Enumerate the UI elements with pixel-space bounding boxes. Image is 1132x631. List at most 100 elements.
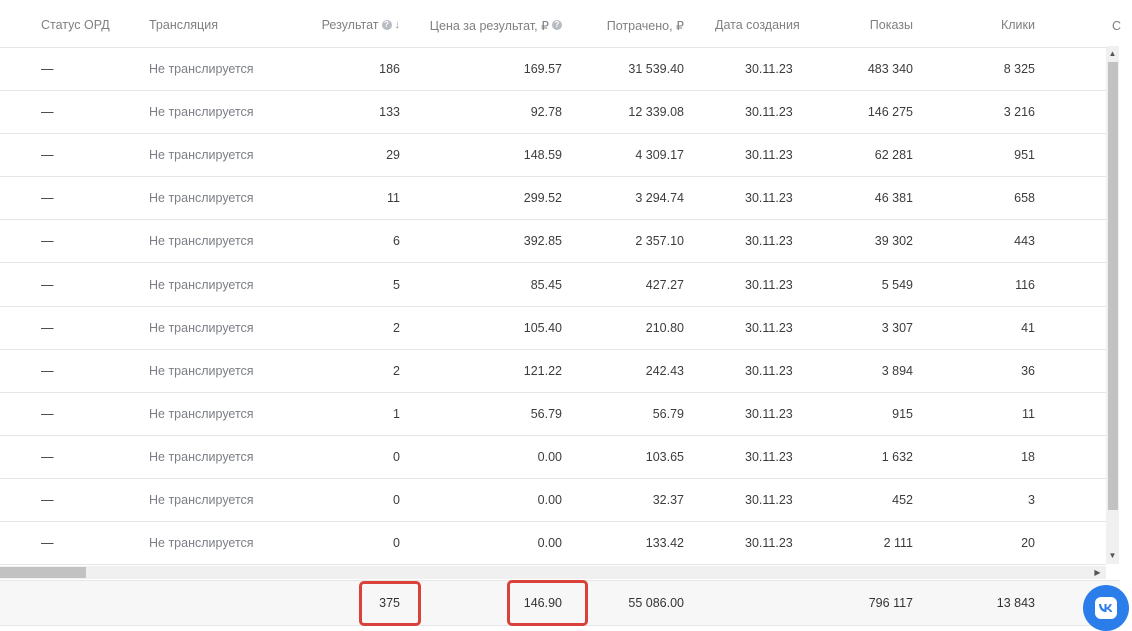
clicks-cell: 11 [1022, 406, 1035, 421]
column-header-spent[interactable]: Потрачено, ₽ [580, 3, 684, 47]
table-row[interactable]: — Не транслируется 0 0.00 32.37 30.11.23… [0, 479, 1106, 522]
created-date-cell: 30.11.23 [745, 234, 793, 249]
price-per-result-cell: 105.40 [523, 320, 562, 335]
column-header-label: Цена за результат, ₽ [429, 18, 549, 33]
clicks-cell: 116 [1015, 277, 1035, 292]
broadcast-status-cell: Не транслируется [149, 191, 254, 206]
spent-cell: 12 339.08 [628, 105, 684, 120]
broadcast-status-cell: Не транслируется [149, 62, 254, 76]
broadcast-status-cell: Не транслируется [149, 493, 254, 507]
column-header-impressions[interactable]: Показы [820, 3, 913, 47]
vk-logo-icon [1095, 597, 1117, 619]
broadcast-status-cell: Не транслируется [149, 536, 254, 551]
table-row[interactable]: — Не транслируется 2 105.40 210.80 30.11… [0, 307, 1106, 350]
result-cell: 0 [393, 536, 400, 551]
sort-desc-icon[interactable]: ↓ [395, 19, 401, 31]
total-clicks: 13 843 [996, 596, 1035, 610]
column-header-partial[interactable]: С [1112, 3, 1121, 48]
column-header-label: Потрачено, ₽ [606, 18, 684, 33]
table-row[interactable]: — Не транслируется 186 169.57 31 539.40 … [0, 48, 1106, 91]
scroll-down-arrow-icon[interactable]: ▼ [1106, 550, 1119, 562]
highlight-box-total-price [507, 580, 588, 626]
spent-cell: 242.43 [645, 363, 684, 378]
impressions-cell: 39 302 [874, 234, 913, 249]
spent-cell: 133.42 [645, 536, 684, 551]
column-header-clicks[interactable]: Клики [940, 3, 1035, 47]
ord-status-cell: — [41, 277, 54, 292]
price-per-result-cell: 92.78 [530, 105, 562, 120]
impressions-cell: 2 111 [883, 536, 913, 551]
spent-cell: 4 309.17 [635, 148, 684, 163]
table-row[interactable]: — Не транслируется 29 148.59 4 309.17 30… [0, 134, 1106, 178]
created-date-cell: 30.11.23 [745, 105, 793, 120]
ord-status-cell: — [41, 320, 54, 335]
impressions-cell: 146 275 [867, 105, 913, 120]
column-header-broadcast[interactable]: Трансляция [149, 3, 218, 47]
impressions-cell: 915 [892, 406, 913, 421]
column-header-label: Трансляция [149, 18, 218, 32]
clicks-cell: 20 [1021, 536, 1035, 551]
price-per-result-cell: 299.52 [523, 191, 562, 206]
column-header-created[interactable]: Дата создания [715, 3, 800, 47]
created-date-cell: 30.11.23 [745, 406, 793, 421]
column-header-label: Дата создания [715, 18, 800, 32]
ord-status-cell: — [41, 62, 54, 76]
help-icon[interactable]: ? [381, 20, 392, 30]
broadcast-status-cell: Не транслируется [149, 406, 254, 421]
clicks-cell: 658 [1014, 191, 1035, 206]
table-row[interactable]: — Не транслируется 1 56.79 56.79 30.11.2… [0, 393, 1106, 436]
impressions-cell: 452 [892, 493, 913, 507]
horizontal-scrollbar[interactable] [0, 566, 1106, 579]
impressions-cell: 483 340 [867, 62, 913, 76]
price-per-result-cell: 85.45 [530, 277, 562, 292]
price-per-result-cell: 56.79 [530, 406, 562, 421]
created-date-cell: 30.11.23 [745, 62, 793, 76]
clicks-cell: 18 [1021, 449, 1035, 464]
table-row[interactable]: — Не транслируется 6 392.85 2 357.10 30.… [0, 220, 1106, 264]
column-header-label: Клики [1000, 18, 1035, 32]
clicks-cell: 3 216 [1003, 105, 1035, 120]
price-per-result-cell: 148.59 [523, 148, 562, 163]
table-row[interactable]: — Не транслируется 2 121.22 242.43 30.11… [0, 350, 1106, 393]
price-per-result-cell: 392.85 [523, 234, 562, 249]
column-header-result[interactable]: Результат ? ↓ [290, 3, 400, 47]
created-date-cell: 30.11.23 [745, 277, 793, 292]
impressions-cell: 3 894 [881, 363, 913, 378]
column-header-label: Статус ОРД [41, 18, 110, 32]
vertical-scrollbar-thumb[interactable] [1108, 62, 1118, 510]
scroll-up-arrow-icon[interactable]: ▲ [1106, 48, 1119, 60]
broadcast-status-cell: Не транслируется [149, 363, 254, 378]
ord-status-cell: — [41, 493, 54, 507]
broadcast-status-cell: Не транслируется [149, 449, 254, 464]
spent-cell: 32.37 [652, 493, 684, 507]
table-row[interactable]: — Не транслируется 133 92.78 12 339.08 3… [0, 91, 1106, 135]
created-date-cell: 30.11.23 [745, 320, 793, 335]
ord-status-cell: — [41, 406, 54, 421]
total-impressions: 796 117 [868, 596, 913, 610]
spent-cell: 103.65 [645, 449, 684, 464]
broadcast-status-cell: Не транслируется [149, 105, 254, 120]
impressions-cell: 1 632 [881, 449, 913, 464]
vk-chat-button[interactable] [1083, 585, 1129, 631]
ord-status-cell: — [41, 536, 54, 551]
result-cell: 0 [393, 493, 400, 507]
spent-cell: 2 357.10 [635, 234, 684, 249]
spent-cell: 31 539.40 [628, 62, 684, 76]
table-row[interactable]: — Не транслируется 11 299.52 3 294.74 30… [0, 177, 1106, 221]
horizontal-scrollbar-thumb[interactable] [0, 567, 86, 578]
table-row[interactable]: — Не транслируется 5 85.45 427.27 30.11.… [0, 264, 1106, 307]
price-per-result-cell: 0.00 [537, 536, 562, 551]
column-header-price-per-result[interactable]: Цена за результат, ₽ ? [410, 3, 562, 47]
total-spent: 55 086.00 [628, 596, 684, 610]
result-cell: 2 [393, 363, 400, 378]
table-row[interactable]: — Не транслируется 0 0.00 103.65 30.11.2… [0, 436, 1106, 479]
help-icon[interactable]: ? [552, 20, 562, 30]
table-row[interactable]: — Не транслируется 0 0.00 133.42 30.11.2… [0, 522, 1106, 566]
result-cell: 186 [379, 62, 400, 76]
highlight-box-total-result [359, 581, 421, 626]
column-header-ord-status[interactable]: Статус ОРД [41, 3, 110, 47]
scroll-right-arrow-icon[interactable]: ▶ [1091, 566, 1104, 579]
price-per-result-cell: 0.00 [537, 493, 562, 507]
broadcast-status-cell: Не транслируется [149, 320, 254, 335]
clicks-cell: 8 325 [1003, 62, 1035, 76]
